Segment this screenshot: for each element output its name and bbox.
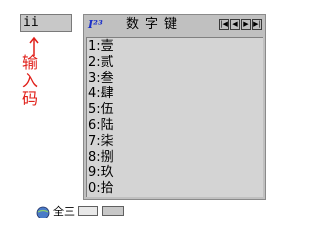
candidate-window: I²³ 数字键 |◀ ◀ ▶ ▶| 1:壹 2:贰 3:叁 4:肆 5:伍 6:…	[83, 14, 266, 200]
label-char: 码	[22, 89, 39, 108]
candidate-title: 数字键	[126, 17, 184, 32]
page-navigation: |◀ ◀ ▶ ▶|	[218, 19, 262, 30]
candidate-item[interactable]: 8:捌	[88, 150, 263, 166]
ime-status-bar: 全三	[36, 206, 158, 218]
candidate-item[interactable]: 3:叁	[88, 71, 263, 87]
candidate-item[interactable]: 7:柒	[88, 134, 263, 150]
last-page-button[interactable]: ▶|	[252, 19, 262, 30]
candidate-item[interactable]: 6:陆	[88, 118, 263, 134]
candidate-item[interactable]: 9:玖	[88, 165, 263, 181]
candidate-item[interactable]: 2:贰	[88, 55, 263, 71]
punctuation-toggle[interactable]	[78, 206, 98, 216]
candidate-list: 1:壹 2:贰 3:叁 4:肆 5:伍 6:陆 7:柒 8:捌 9:玖 0:拾	[86, 37, 263, 197]
candidate-item[interactable]: 4:肆	[88, 86, 263, 102]
soft-keyboard-toggle[interactable]	[102, 206, 124, 216]
ime-logo: I²³	[88, 18, 103, 31]
candidate-item[interactable]: 0:拾	[88, 181, 263, 197]
input-code-field[interactable]: ii	[20, 14, 72, 32]
candidate-item[interactable]: 5:伍	[88, 102, 263, 118]
label-char: 输	[22, 53, 39, 72]
prev-page-button[interactable]: ◀	[230, 19, 240, 30]
status-mode-text[interactable]: 全三	[53, 206, 75, 218]
candidate-item[interactable]: 1:壹	[88, 39, 263, 55]
label-char: 入	[22, 71, 39, 90]
next-page-button[interactable]: ▶	[241, 19, 251, 30]
globe-icon[interactable]	[36, 206, 50, 218]
first-page-button[interactable]: |◀	[219, 19, 229, 30]
candidate-title-bar: I²³ 数字键 |◀ ◀ ▶ ▶|	[86, 17, 263, 33]
input-code-label: 输 入 码	[22, 54, 42, 108]
